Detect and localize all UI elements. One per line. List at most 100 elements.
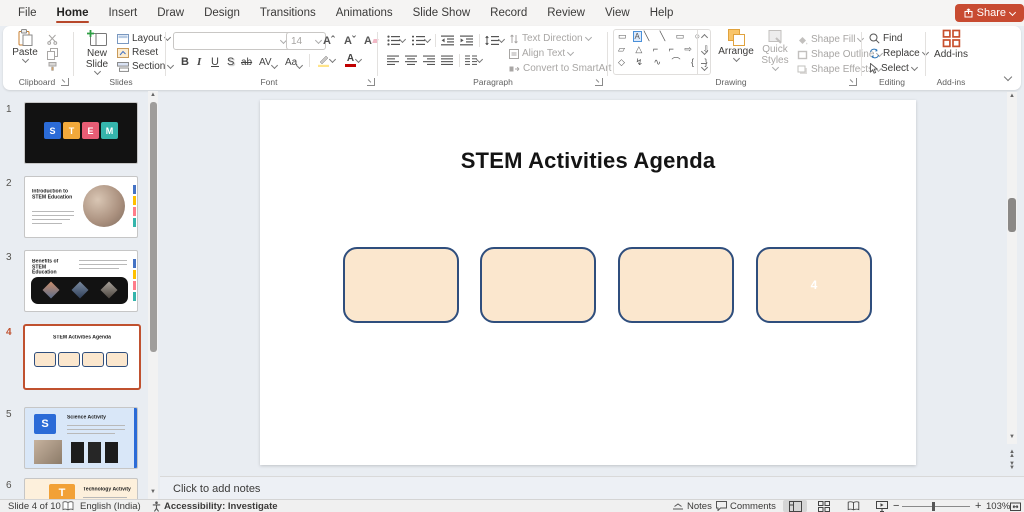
slide-title[interactable]: STEM Activities Agenda: [260, 148, 916, 174]
thumbnail-scrollbar[interactable]: ▲ ▼: [148, 91, 158, 499]
font-color-button[interactable]: A: [345, 53, 361, 68]
notes-placeholder[interactable]: Click to add notes: [173, 483, 260, 495]
thumbnail-slide-6[interactable]: T Technology Activity: [24, 478, 138, 499]
quick-styles-button[interactable]: Quick Styles: [755, 29, 795, 75]
change-case-button[interactable]: Aa: [285, 53, 302, 68]
menu-view[interactable]: View: [595, 1, 640, 25]
scroll-down-icon[interactable]: ▼: [1007, 434, 1017, 440]
menu-slide-show[interactable]: Slide Show: [403, 1, 481, 25]
convert-to-smartart-button[interactable]: Convert to SmartArt: [509, 62, 619, 75]
character-spacing-button[interactable]: AV: [259, 53, 277, 68]
scroll-down-icon[interactable]: [700, 47, 707, 54]
comments-toggle[interactable]: Comments: [716, 500, 776, 512]
scroll-up-icon[interactable]: [700, 33, 707, 40]
strikethrough-button[interactable]: ab: [241, 53, 252, 68]
zoom-slider-thumb[interactable]: [932, 502, 935, 511]
cut-button[interactable]: [47, 32, 58, 47]
accessibility-button[interactable]: Accessibility: Investigate: [152, 500, 278, 512]
menu-file[interactable]: File: [8, 1, 47, 25]
clipboard-dialog-launcher[interactable]: [61, 78, 69, 86]
numbering-button[interactable]: [412, 33, 430, 48]
shapes-gallery[interactable]: ▭A╲ ╲ ▭ ○ ▱ △ ⌐ ⌐ ⇨ ⇩ ◇ ↯ ∿ ⌒ { }: [613, 29, 711, 75]
font-dialog-launcher[interactable]: [367, 78, 375, 86]
align-right-button[interactable]: [423, 53, 435, 68]
menu-help[interactable]: Help: [640, 1, 684, 25]
shapes-more-icon[interactable]: [701, 63, 707, 70]
decrease-indent-button[interactable]: [441, 33, 454, 48]
menu-design[interactable]: Design: [194, 1, 250, 25]
menu-review[interactable]: Review: [537, 1, 595, 25]
agenda-box-2[interactable]: [480, 247, 596, 323]
thumbnail-slide-5[interactable]: S Science Activity: [24, 407, 138, 469]
layout-button[interactable]: Layout: [117, 32, 170, 45]
zoom-level[interactable]: 103%: [986, 500, 1010, 512]
arrange-button[interactable]: Arrange: [715, 29, 757, 75]
zoom-out-button[interactable]: −: [893, 500, 899, 512]
canvas-scrollbar-thumb[interactable]: [1008, 198, 1016, 232]
notes-toggle[interactable]: Notes: [672, 500, 712, 512]
drawing-dialog-launcher[interactable]: [849, 78, 857, 86]
copy-button[interactable]: [47, 46, 58, 61]
thumbnail-slide-4-selected[interactable]: STEM Activities Agenda: [23, 324, 141, 390]
paste-button[interactable]: Paste: [7, 29, 43, 75]
shape-icons[interactable]: ╲ ╲ ▭ ○: [644, 31, 704, 41]
columns-button[interactable]: [465, 53, 482, 68]
thumbnail-slide-1[interactable]: S T E M: [24, 102, 138, 164]
align-text-button[interactable]: Align Text: [509, 47, 573, 60]
justify-button[interactable]: [441, 53, 453, 68]
zoom-slider[interactable]: [902, 500, 970, 512]
fit-slide-button[interactable]: [1010, 500, 1021, 512]
font-name-combo[interactable]: [173, 32, 291, 50]
slide-show-button[interactable]: [870, 500, 894, 512]
menu-transitions[interactable]: Transitions: [250, 1, 326, 25]
underline-button[interactable]: U: [211, 53, 219, 68]
zoom-in-button[interactable]: +: [975, 500, 981, 512]
clear-formatting-button[interactable]: A: [364, 33, 378, 48]
menu-draw[interactable]: Draw: [147, 1, 194, 25]
canvas-scrollbar[interactable]: ▲ ▼: [1007, 92, 1017, 444]
align-left-button[interactable]: [387, 53, 399, 68]
scroll-up-icon[interactable]: ▲: [1007, 93, 1017, 99]
agenda-box-1[interactable]: [343, 247, 459, 323]
agenda-box-3[interactable]: [618, 247, 734, 323]
menu-insert[interactable]: Insert: [98, 1, 147, 25]
text-box-shape-icon[interactable]: A: [633, 31, 642, 42]
previous-slide-button[interactable]: ▲▲: [1007, 450, 1017, 458]
align-center-button[interactable]: [405, 53, 417, 68]
bullets-button[interactable]: [387, 33, 405, 48]
line-spacing-button[interactable]: [485, 33, 504, 48]
italic-button[interactable]: I: [197, 53, 201, 68]
share-button[interactable]: Share: [955, 4, 1024, 22]
rectangle-shape-icon[interactable]: ▭: [618, 31, 631, 41]
thumbnail-slide-2[interactable]: Introduction to STEM Education: [24, 176, 138, 238]
collapse-ribbon-icon[interactable]: [1004, 73, 1012, 81]
proofing-button[interactable]: [62, 500, 74, 512]
text-shadow-button[interactable]: S: [227, 53, 234, 68]
font-size-combo[interactable]: 14: [286, 32, 326, 50]
text-direction-button[interactable]: Text Direction: [509, 32, 591, 45]
agenda-box-4[interactable]: 4: [756, 247, 872, 323]
replace-button[interactable]: Replace: [869, 47, 928, 60]
scroll-up-icon[interactable]: ▲: [148, 92, 158, 98]
shape-fill-button[interactable]: Shape Fill: [797, 33, 863, 46]
bold-button[interactable]: B: [181, 53, 189, 68]
thumbnail-slide-3[interactable]: Benefits of STEM Education: [24, 250, 138, 312]
scroll-down-icon[interactable]: ▼: [148, 489, 158, 495]
add-ins-button[interactable]: Add-ins: [929, 29, 973, 75]
reading-view-button[interactable]: [841, 500, 865, 512]
highlight-color-button[interactable]: [317, 53, 335, 68]
thumbnail-scrollbar-thumb[interactable]: [150, 102, 157, 352]
menu-home[interactable]: Home: [47, 1, 99, 25]
notes-pane[interactable]: Click to add notes: [160, 476, 1024, 500]
select-button[interactable]: Select: [869, 62, 917, 75]
increase-font-size-button[interactable]: Aˆ: [323, 33, 335, 48]
reset-button[interactable]: Reset: [117, 46, 158, 59]
paragraph-dialog-launcher[interactable]: [595, 78, 603, 86]
language-button[interactable]: English (India): [80, 500, 141, 512]
decrease-font-size-button[interactable]: Aˇ: [344, 33, 356, 48]
format-painter-button[interactable]: [47, 60, 58, 75]
slide-canvas[interactable]: STEM Activities Agenda 4: [260, 100, 916, 465]
zoom-slider-track[interactable]: [902, 506, 970, 507]
menu-animations[interactable]: Animations: [326, 1, 403, 25]
next-slide-button[interactable]: ▼▼: [1007, 462, 1017, 470]
